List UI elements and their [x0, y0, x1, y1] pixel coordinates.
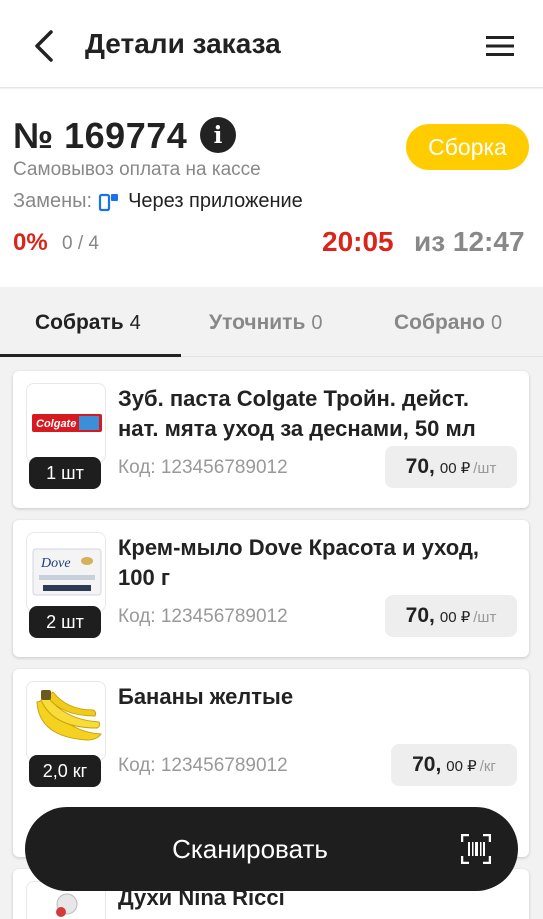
product-name: Бананы желтые [118, 684, 294, 709]
tab-collected[interactable]: Собрано 0 [394, 311, 502, 335]
price-integer: 70, [405, 604, 435, 627]
product-code: Код: 123456789012 [118, 755, 288, 776]
delivery-method: Самовывоз оплата на кассе [13, 159, 261, 180]
product-image-bananas [26, 681, 106, 761]
price-unit: /кг [479, 758, 496, 775]
price-decimal: 00 ₽ [439, 609, 471, 626]
quantity-badge: 2,0 кг [29, 755, 101, 787]
barcode-scan-icon [461, 834, 491, 864]
menu-button[interactable] [478, 26, 522, 66]
hamburger-menu-icon [486, 36, 514, 56]
progress-percent: 0% [13, 229, 48, 256]
quantity-badge: 1 шт [29, 457, 101, 489]
tab-label: Собрано [394, 311, 485, 334]
app-header: Детали заказа [0, 0, 543, 88]
chevron-left-icon [35, 30, 53, 62]
time-limit: из 12:47 [414, 226, 525, 257]
tab-bar: Собрать 4 Уточнить 0 Собрано 0 [0, 287, 543, 357]
scan-button-label: Сканировать [172, 833, 328, 864]
replacements-value: Через приложение [128, 190, 303, 212]
status-badge: Сборка [406, 124, 529, 170]
page-title: Детали заказа [85, 28, 281, 59]
tab-count: 4 [129, 312, 141, 334]
active-tab-indicator [0, 354, 181, 357]
tab-count: 0 [490, 312, 503, 334]
replacements-row: Замены: Через приложение [13, 190, 303, 213]
tab-collect[interactable]: Собрать 4 [35, 311, 141, 335]
phone-app-icon [98, 192, 120, 212]
price-tag: 70, 00 ₽ /шт [385, 446, 517, 488]
price-unit: /шт [473, 609, 497, 626]
price-integer: 70, [412, 753, 442, 776]
price-decimal: 00 ₽ [446, 758, 477, 775]
product-name: Крем-мыло Dove Красота и уход, 100 г [118, 535, 480, 590]
svg-text:Dove: Dove [40, 556, 71, 571]
product-name: Зуб. паста Colgate Тройн. дейст. нат. мя… [118, 386, 476, 441]
price-tag: 70, 00 ₽ /кг [391, 744, 517, 786]
price-tag: 70, 00 ₽ /шт [385, 595, 517, 637]
back-button[interactable] [22, 24, 66, 68]
info-icon[interactable]: i [200, 117, 236, 153]
elapsed-time: 20:05 [322, 226, 394, 257]
price-decimal: 00 ₽ [439, 460, 471, 477]
product-image-toothpaste: Colgate [26, 383, 106, 463]
svg-text:Colgate: Colgate [36, 418, 76, 430]
price-integer: 70, [405, 455, 435, 478]
product-code: Код: 123456789012 [118, 457, 288, 478]
tab-label: Уточнить [209, 311, 306, 334]
tab-label: Собрать [35, 311, 124, 334]
product-code: Код: 123456789012 [118, 606, 288, 627]
order-info: № 169774 i Сборка Самовывоз оплата на ка… [0, 89, 543, 287]
list-item[interactable]: Dove 2 шт Крем-мыло Dove Красота и уход,… [13, 520, 529, 657]
quantity-badge: 2 шт [29, 606, 101, 638]
progress-count: 0 / 4 [62, 233, 99, 254]
product-image-soap: Dove [26, 532, 106, 612]
scan-button[interactable]: Сканировать [25, 807, 518, 891]
list-item[interactable]: Colgate 1 шт Зуб. паста Colgate Тройн. д… [13, 371, 529, 508]
order-number: № 169774 [13, 115, 188, 156]
tab-count: 0 [311, 312, 323, 334]
replacements-label: Замены: [13, 190, 93, 212]
tab-clarify[interactable]: Уточнить 0 [209, 311, 322, 335]
price-unit: /шт [473, 460, 497, 477]
